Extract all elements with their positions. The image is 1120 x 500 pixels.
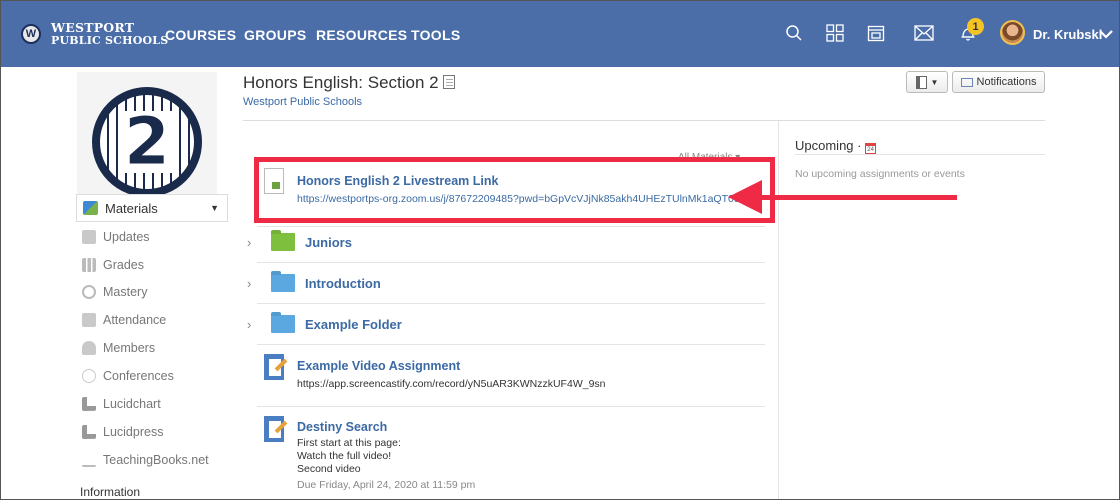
- list-item-folder-example[interactable]: › Example Folder: [243, 309, 402, 339]
- school-link[interactable]: Westport Public Schools: [243, 96, 362, 108]
- lucidchart-icon: [82, 397, 96, 411]
- sidebar-item-teachingbooks[interactable]: TeachingBooks.net: [82, 451, 209, 469]
- upcoming-empty-message: No upcoming assignments or events: [795, 168, 965, 180]
- caret-down-icon: ▼: [210, 203, 219, 213]
- folder-icon: [271, 233, 295, 251]
- upcoming-heading: Upcoming · 24: [795, 138, 877, 154]
- conferences-icon: [82, 369, 96, 383]
- nav-groups[interactable]: GROUPS: [244, 27, 306, 43]
- calendar-icon[interactable]: 24: [865, 143, 877, 154]
- destiny-line-1: First start at this page:: [297, 437, 401, 449]
- chevron-right-icon: ›: [247, 234, 252, 250]
- view-options-button[interactable]: ▼: [906, 71, 948, 93]
- list-divider: [257, 406, 765, 407]
- sidebar-item-label: Materials: [105, 200, 158, 216]
- sidebar-item-label: Conferences: [103, 369, 174, 383]
- notifications-button[interactable]: Notifications: [952, 71, 1045, 93]
- attendance-icon: [82, 313, 96, 327]
- sidebar-item-lucidchart[interactable]: Lucidchart: [82, 395, 161, 413]
- destiny-search-title[interactable]: Destiny Search: [297, 420, 387, 434]
- upcoming-title: Upcoming ·: [795, 138, 862, 153]
- list-divider: [257, 262, 765, 263]
- user-name[interactable]: Dr. Krubski: [1033, 27, 1102, 42]
- sidebar-item-grades[interactable]: Grades: [82, 256, 144, 274]
- logo-line-2: PUBLIC SCHOOLS: [51, 33, 169, 47]
- destiny-line-3: Second video: [297, 463, 361, 475]
- list-item-folder-introduction[interactable]: › Introduction: [243, 268, 381, 298]
- search-icon[interactable]: [782, 21, 806, 45]
- assignment-icon: [264, 416, 284, 442]
- school-seal-logo[interactable]: W: [21, 23, 41, 44]
- sidebar-item-label: Lucidchart: [103, 397, 161, 411]
- folder-icon: [271, 315, 295, 333]
- course-title: Honors English: Section 2: [243, 73, 439, 92]
- notifications-bell-icon[interactable]: 1: [956, 18, 984, 45]
- sidebar-item-label: Mastery: [103, 285, 148, 299]
- header-divider: [243, 120, 1045, 121]
- school-logo-text[interactable]: WESTPORT PUBLIC SCHOOLS: [51, 21, 168, 47]
- mail-icon[interactable]: [912, 21, 936, 45]
- teachingbooks-icon: [82, 453, 96, 467]
- avatar[interactable]: [1000, 20, 1025, 45]
- page-title: Honors English: Section 2: [243, 73, 455, 93]
- notification-count-badge: 1: [967, 18, 984, 35]
- sidebar-information-heading: Information: [80, 485, 141, 499]
- sidebar-item-label: Members: [103, 341, 156, 355]
- sidebar-item-updates[interactable]: Updates: [82, 228, 150, 246]
- sidebar-item-mastery[interactable]: Mastery: [82, 283, 147, 301]
- nav-tools[interactable]: TOOLS: [411, 27, 460, 43]
- folder-name: Juniors: [305, 234, 352, 250]
- folder-icon: [271, 274, 295, 292]
- list-divider: [257, 344, 765, 345]
- sidebar-item-conferences[interactable]: Conferences: [82, 367, 174, 385]
- sidebar-item-materials[interactable]: Materials ▼: [76, 194, 228, 222]
- chevron-down-icon[interactable]: [1099, 26, 1113, 44]
- destiny-due-date: Due Friday, April 24, 2020 at 11:59 pm: [297, 479, 476, 491]
- folder-name: Introduction: [305, 275, 381, 291]
- course-sidebar: 2 Materials ▼ Updates Grades Mastery Att…: [0, 67, 230, 500]
- assignment-icon: [264, 354, 284, 380]
- profile-number: 2: [120, 108, 174, 175]
- notifications-label: Notifications: [976, 76, 1037, 88]
- column-divider: [778, 121, 779, 500]
- nav-resources[interactable]: RESOURCES: [316, 27, 407, 43]
- sidebar-item-members[interactable]: Members: [82, 339, 155, 357]
- annotation-arrow-head: [728, 180, 762, 214]
- nav-courses[interactable]: COURSES: [165, 27, 236, 43]
- video-assignment-url[interactable]: https://app.screencastify.com/record/yN5…: [297, 378, 606, 391]
- list-item-folder-juniors[interactable]: › Juniors: [243, 227, 352, 257]
- document-icon[interactable]: [442, 75, 455, 89]
- annotation-arrow-shaft: [760, 195, 957, 200]
- document-icon: [915, 75, 927, 89]
- calendar-icon[interactable]: [864, 21, 888, 45]
- sidebar-item-attendance[interactable]: Attendance: [82, 311, 166, 329]
- members-icon: [82, 341, 96, 355]
- folder-name: Example Folder: [305, 316, 402, 332]
- annotation-highlight-box: [254, 157, 775, 223]
- chevron-right-icon: ›: [247, 316, 252, 332]
- sidebar-item-label: Attendance: [103, 313, 167, 327]
- video-assignment-title[interactable]: Example Video Assignment: [297, 359, 460, 373]
- sidebar-item-label: Grades: [103, 258, 144, 272]
- jersey-number-logo: 2: [92, 87, 202, 197]
- caret-down-icon: ▼: [930, 77, 939, 87]
- sidebar-item-lucidpress[interactable]: Lucidpress: [82, 423, 163, 441]
- list-divider: [257, 303, 765, 304]
- grades-icon: [82, 258, 96, 272]
- sidebar-item-label: Updates: [103, 230, 150, 244]
- logo-line-1: WESTPORT: [51, 19, 135, 35]
- mastery-icon: [82, 285, 96, 299]
- sidebar-item-label: TeachingBooks.net: [103, 453, 209, 467]
- course-profile-image: 2: [77, 72, 217, 212]
- materials-icon: [83, 201, 98, 215]
- chevron-right-icon: ›: [247, 275, 252, 291]
- sidebar-item-label: Lucidpress: [103, 425, 164, 439]
- destiny-line-2: Watch the full video!: [297, 450, 392, 462]
- upcoming-divider: [795, 154, 1045, 155]
- envelope-icon: [960, 77, 973, 87]
- apps-grid-icon[interactable]: [823, 21, 847, 45]
- lucidpress-icon: [82, 425, 96, 439]
- top-nav-bar: W WESTPORT PUBLIC SCHOOLS COURSES GROUPS…: [0, 0, 1120, 67]
- updates-icon: [82, 230, 96, 244]
